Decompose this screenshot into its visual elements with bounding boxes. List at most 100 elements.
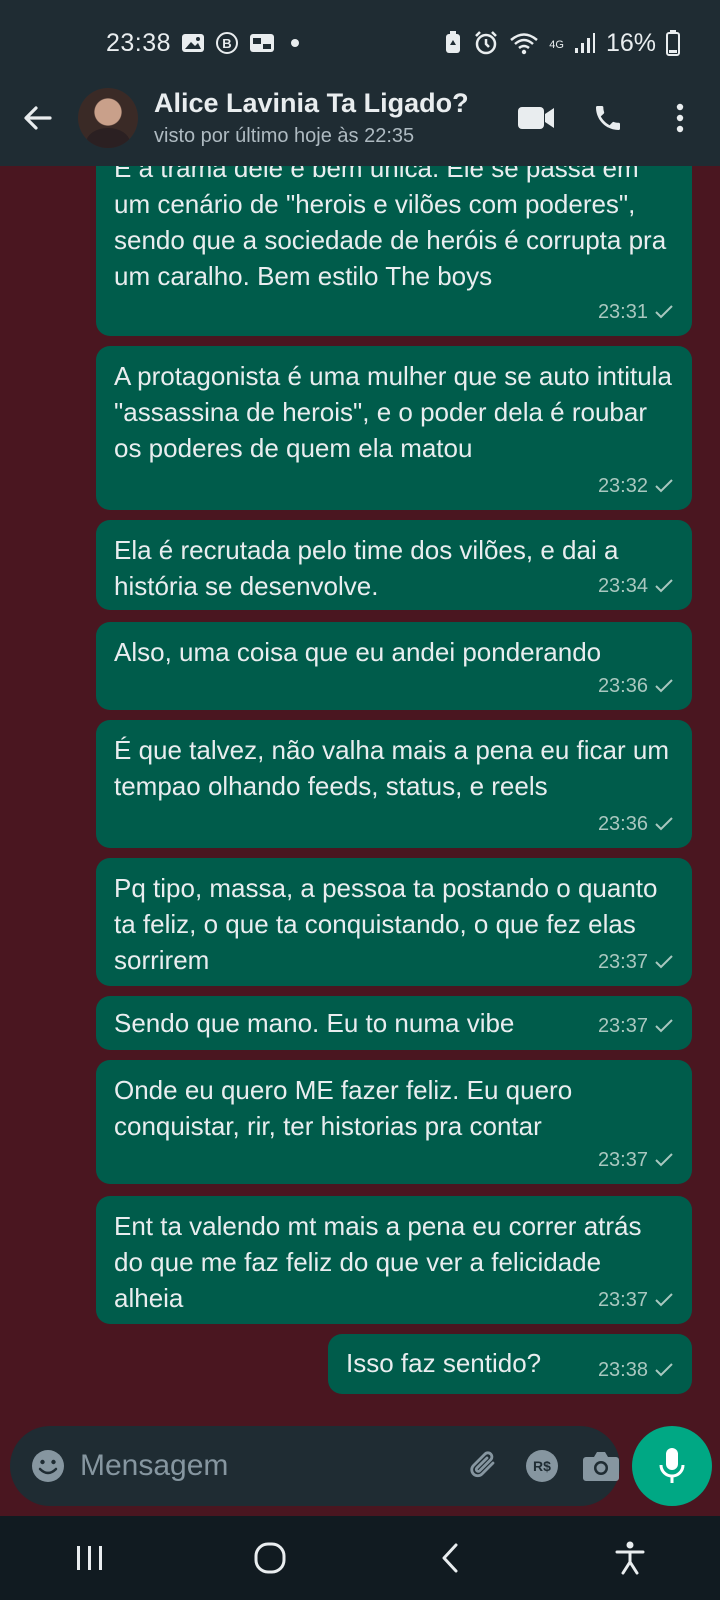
- message-bubble[interactable]: Sendo que mano. Eu to numa vibe 23:37: [96, 996, 692, 1050]
- home-icon: [254, 1542, 286, 1574]
- message-meta: 23:32: [598, 468, 674, 504]
- message-text: Ela é recrutada pelo time dos vilões, e …: [114, 535, 619, 601]
- check-icon: [655, 479, 673, 493]
- message-time: 23:37: [597, 1289, 648, 1311]
- svg-text:B: B: [222, 36, 231, 51]
- accessibility-icon: [615, 1541, 645, 1575]
- more-vertical-icon: [676, 103, 684, 133]
- phone-icon: [596, 106, 620, 130]
- check-icon: [655, 1293, 673, 1307]
- check-icon: [655, 1019, 673, 1033]
- message-bubble[interactable]: Pq tipo, massa, a pessoa ta postando o q…: [96, 858, 692, 986]
- camera-button[interactable]: [582, 1438, 620, 1494]
- header-actions: [494, 88, 720, 148]
- camera-icon: [583, 1452, 619, 1481]
- message-time: 23:36: [597, 675, 648, 697]
- emoji-button[interactable]: [30, 1441, 66, 1491]
- check-icon: [655, 305, 673, 319]
- accessibility-button[interactable]: [600, 1528, 660, 1588]
- check-icon: [655, 579, 673, 593]
- chevron-left-icon: [442, 1543, 458, 1573]
- message-time: 23:31: [597, 301, 648, 323]
- check-icon: [655, 955, 673, 969]
- message-meta: 23:34: [598, 568, 674, 604]
- message-meta: 23:37: [598, 1142, 674, 1178]
- message-text: Sendo que mano. Eu to numa vibe: [114, 1008, 515, 1038]
- b-notification-icon: B: [215, 31, 239, 55]
- currency-label: R$: [533, 1458, 551, 1474]
- system-back-button[interactable]: [420, 1528, 480, 1588]
- message-time: 23:37: [597, 1015, 648, 1037]
- paperclip-icon: [470, 1451, 495, 1478]
- back-button[interactable]: [8, 88, 68, 148]
- wifi-icon: [509, 31, 539, 55]
- message-text: Pq tipo, massa, a pessoa ta postando o q…: [114, 873, 658, 975]
- message-text: Isso faz sentido?: [346, 1348, 542, 1378]
- message-time: 23:37: [597, 951, 648, 973]
- message-bubble[interactable]: Isso faz sentido? 23:38: [328, 1334, 692, 1394]
- message-time: 23:37: [597, 1149, 648, 1171]
- message-bubble[interactable]: E a trama dele é bem única. Ele se passa…: [96, 166, 692, 336]
- message-text: Onde eu quero ME fazer feliz. Eu quero c…: [114, 1075, 573, 1141]
- message-text: A protagonista é uma mulher que se auto …: [114, 361, 672, 463]
- network-type-label: 4G: [549, 38, 564, 51]
- battery-icon: [666, 30, 680, 56]
- message-input[interactable]: [80, 1436, 466, 1496]
- check-icon: [655, 679, 673, 693]
- payment-button[interactable]: R$: [522, 1438, 562, 1494]
- message-text: É que talvez, não valha mais a pena eu f…: [114, 735, 669, 801]
- message-bubble[interactable]: É que talvez, não valha mais a pena eu f…: [96, 720, 692, 848]
- status-right: 4G 16%: [443, 29, 680, 58]
- message-meta: 23:38: [598, 1352, 674, 1388]
- avatar[interactable]: [78, 88, 138, 148]
- recent-apps-button[interactable]: [60, 1528, 120, 1588]
- last-seen-text: visto por último hoje às 22:35: [154, 125, 415, 147]
- message-meta: 23:37: [598, 944, 674, 980]
- message-time: 23:36: [597, 813, 648, 835]
- alarm-icon: [473, 30, 499, 56]
- message-text: Ent ta valendo mt mais a pena eu correr …: [114, 1211, 642, 1313]
- app-notification-icon: [249, 32, 275, 54]
- message-time: 23:34: [597, 575, 648, 597]
- arrow-left-icon: [24, 106, 52, 130]
- gallery-icon: [181, 32, 205, 54]
- status-left: 23:38 B: [106, 28, 300, 58]
- message-meta: 23:31: [598, 294, 674, 330]
- contact-name: Alice Lavinia Ta Ligado?: [154, 88, 469, 118]
- menu-button[interactable]: [650, 88, 710, 148]
- recent-apps-icon: [77, 1546, 102, 1570]
- status-time: 23:38: [106, 28, 172, 57]
- emoji-icon: [32, 1450, 64, 1482]
- message-bubble[interactable]: Onde eu quero ME fazer feliz. Eu quero c…: [96, 1060, 692, 1184]
- signal-icon: [574, 32, 596, 54]
- check-icon: [655, 817, 673, 831]
- check-icon: [655, 1153, 673, 1167]
- video-camera-icon: [518, 107, 554, 129]
- message-text: Also, uma coisa que eu andei ponderando: [114, 637, 602, 667]
- check-icon: [655, 1363, 673, 1377]
- message-time: 23:38: [597, 1359, 648, 1381]
- voice-call-button[interactable]: [578, 88, 638, 148]
- battery-percentage: 16%: [605, 28, 656, 57]
- contact-info[interactable]: Alice Lavinia Ta Ligado? visto por últim…: [154, 88, 469, 148]
- more-notifications-dot: [291, 39, 300, 47]
- voice-message-button[interactable]: [632, 1426, 712, 1506]
- home-button[interactable]: [240, 1528, 300, 1588]
- attach-button[interactable]: [466, 1438, 502, 1494]
- video-call-button[interactable]: [506, 88, 566, 148]
- message-composer: R$: [10, 1426, 620, 1506]
- message-meta: 23:37: [598, 1282, 674, 1318]
- message-bubble[interactable]: A protagonista é uma mulher que se auto …: [96, 346, 692, 510]
- microphone-icon: [659, 1448, 685, 1483]
- message-text: E a trama dele é bem única. Ele se passa…: [114, 166, 667, 291]
- message-meta: 23:36: [598, 806, 674, 842]
- battery-saver-icon: [443, 31, 463, 55]
- system-nav-bar: [0, 1516, 720, 1600]
- message-bubble[interactable]: Ent ta valendo mt mais a pena eu correr …: [96, 1196, 692, 1324]
- message-bubble[interactable]: Also, uma coisa que eu andei ponderando …: [96, 622, 692, 710]
- chat-messages: E a trama dele é bem única. Ele se passa…: [0, 166, 720, 1396]
- message-meta: 23:36: [598, 668, 674, 704]
- message-meta: 23:37: [598, 1008, 674, 1044]
- message-bubble[interactable]: Ela é recrutada pelo time dos vilões, e …: [96, 520, 692, 610]
- chat-header: Alice Lavinia Ta Ligado? visto por últim…: [0, 70, 720, 166]
